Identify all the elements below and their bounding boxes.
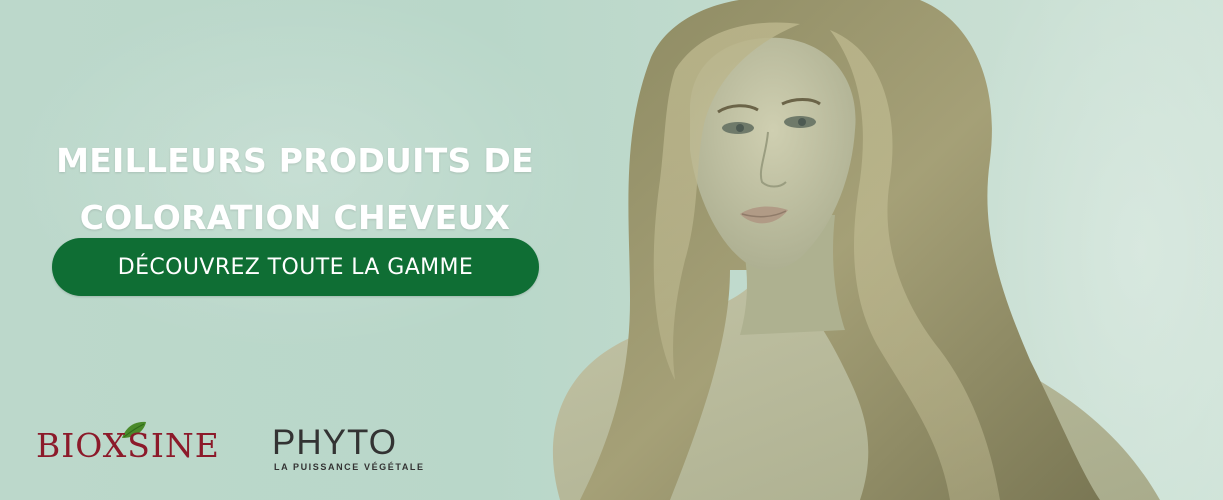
headline-line-1: MEILLEURS PRODUITS DE bbox=[56, 141, 534, 181]
promo-banner[interactable]: MEILLEURS PRODUITS DE COLORATION CHEVEUX… bbox=[0, 0, 1223, 500]
phyto-wordmark: PHYTO bbox=[272, 423, 397, 462]
bioxsine-wordmark: BIOXSINE bbox=[36, 426, 220, 465]
phyto-tagline: LA PUISSANCE VÉGÉTALE bbox=[274, 462, 425, 472]
bioxsine-logo[interactable]: BIOXSINE bbox=[36, 420, 241, 470]
model-portrait bbox=[500, 0, 1223, 500]
phyto-logo[interactable]: PHYTO LA PUISSANCE VÉGÉTALE bbox=[272, 423, 425, 476]
discover-range-button[interactable]: DÉCOUVREZ TOUTE LA GAMME bbox=[52, 238, 539, 296]
headline: MEILLEURS PRODUITS DE COLORATION CHEVEUX bbox=[30, 132, 560, 246]
